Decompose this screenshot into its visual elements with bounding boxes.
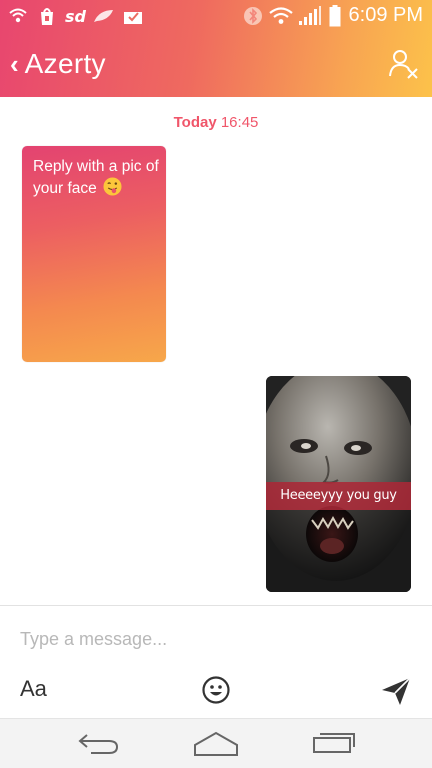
unmatch-button[interactable] <box>388 48 420 80</box>
system-recents-button[interactable] <box>312 729 356 759</box>
message-input[interactable] <box>20 624 410 654</box>
incoming-message: Reply with a pic of your face <box>33 157 161 199</box>
font-style-button[interactable]: Aa <box>20 676 47 702</box>
date-time: 16:45 <box>220 114 259 131</box>
app-notification-icon <box>36 5 58 27</box>
chat-nav-row: ‹ Azerty <box>0 40 432 90</box>
status-bar: sd 6:09 PM <box>0 0 432 32</box>
feather-notification-icon <box>93 5 115 27</box>
system-home-button[interactable] <box>193 729 238 759</box>
tongue-wink-emoji <box>103 177 122 196</box>
emoji-button[interactable] <box>201 675 231 705</box>
photo-caption: Heeeeyyy you guy <box>280 488 397 503</box>
incoming-message-bubble[interactable]: Reply with a pic of your face <box>22 146 166 362</box>
status-time: 6:09 PM <box>348 4 423 26</box>
bluetooth-icon <box>242 5 264 27</box>
send-icon <box>382 677 411 705</box>
wifi-signal-icon <box>268 5 294 27</box>
home-icon <box>194 731 238 756</box>
cell-signal-icon <box>297 5 323 27</box>
wifi-notification-icon <box>8 5 28 27</box>
person-x-icon <box>389 50 418 79</box>
message-list[interactable]: Today 16:45 Reply with a pic of your fac… <box>0 97 432 605</box>
date-day: Today <box>173 114 217 131</box>
chat-screen: sd 6:09 PM ‹ Azerty Today 16:45 Reply wi… <box>0 0 432 768</box>
recents-icon <box>313 733 355 753</box>
photo-caption-band: Heeeeyyy you guy <box>266 482 411 510</box>
system-navigation-bar <box>0 718 432 768</box>
send-button[interactable] <box>380 675 412 707</box>
app-header: sd 6:09 PM ‹ Azerty <box>0 0 432 97</box>
outgoing-photo-message[interactable]: Heeeeyyy you guy <box>266 376 411 592</box>
date-stamp: Today 16:45 <box>0 114 432 131</box>
svg-text:sd: sd <box>65 7 87 26</box>
back-icon <box>78 734 119 754</box>
sd-notification-icon: sd <box>64 5 88 27</box>
incoming-message-text: Reply with a pic of your face <box>33 158 159 197</box>
mail-notification-icon <box>122 5 144 27</box>
message-composer: Aa <box>0 605 432 718</box>
contact-name: Azerty <box>24 48 106 79</box>
system-back-button[interactable] <box>77 729 121 759</box>
battery-icon <box>327 5 343 27</box>
back-button[interactable]: ‹ Azerty <box>10 44 106 84</box>
chevron-left-icon: ‹ <box>10 49 19 79</box>
smiley-icon <box>202 676 230 704</box>
